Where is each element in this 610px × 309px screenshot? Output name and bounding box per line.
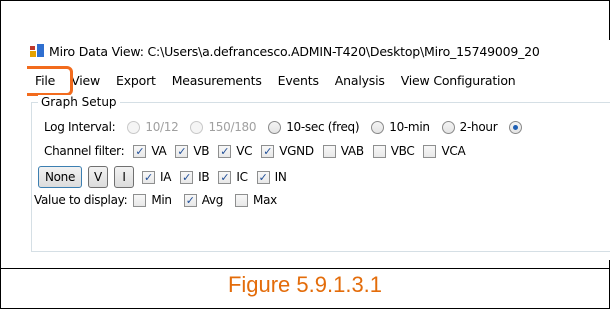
checkbox-min[interactable]: Min — [133, 193, 172, 207]
menu-bar: File View Export Measurements Events Ana… — [27, 65, 610, 96]
checkbox-vc-label: VC — [236, 144, 253, 158]
log-interval-label: Log Interval: — [44, 120, 116, 134]
file-highlight-box — [27, 65, 73, 96]
checkbox-vgnd-label: VGND — [279, 144, 314, 158]
value-to-display-row: Value to display: Min Avg Max — [34, 193, 286, 207]
window-title: Miro Data View: C:\Users\a.defrancesco.A… — [49, 43, 540, 59]
menu-view-configuration[interactable]: View Configuration — [393, 73, 524, 88]
checkbox-max-label: Max — [253, 193, 277, 207]
menu-analysis[interactable]: Analysis — [327, 73, 393, 88]
checkbox-va-box[interactable] — [133, 144, 147, 158]
radio-10-min[interactable]: 10-min — [371, 120, 430, 134]
checkbox-vbc-label: VBC — [390, 144, 415, 158]
radio-10-12-label: 10/12 — [145, 120, 179, 134]
radio-10-sec[interactable]: 10-sec (freq) — [268, 120, 360, 134]
checkbox-vb-label: VB — [193, 144, 210, 158]
checkbox-vgnd[interactable]: VGND — [261, 144, 314, 158]
checkbox-ia-box[interactable] — [142, 170, 155, 184]
checkbox-vc-box[interactable] — [218, 144, 232, 158]
none-button[interactable]: None — [38, 166, 82, 188]
checkbox-in[interactable]: IN — [256, 170, 287, 184]
checkbox-vca-box[interactable] — [423, 144, 437, 158]
checkbox-avg[interactable]: Avg — [183, 193, 224, 207]
checkbox-vgnd-box[interactable] — [261, 144, 275, 158]
radio-10-12-button[interactable] — [127, 120, 141, 134]
radio-selected[interactable] — [509, 120, 527, 134]
checkbox-ic-label: IC — [236, 170, 248, 184]
menu-events[interactable]: Events — [270, 73, 327, 88]
checkbox-vb-box[interactable] — [175, 144, 189, 158]
app-logo-icon — [30, 44, 44, 58]
graph-setup-group: Graph Setup Log Interval: 10/12 150/180 … — [31, 95, 610, 252]
checkbox-va-label: VA — [151, 144, 167, 158]
radio-10-sec-button[interactable] — [268, 120, 282, 134]
checkbox-avg-label: Avg — [201, 193, 224, 207]
checkbox-ia[interactable]: IA — [142, 170, 171, 184]
radio-2-hour-button[interactable] — [441, 120, 455, 134]
checkbox-vb[interactable]: VB — [175, 144, 210, 158]
checkbox-vab-label: VAB — [340, 144, 364, 158]
checkbox-avg-box[interactable] — [183, 193, 197, 207]
checkbox-va[interactable]: VA — [133, 144, 167, 158]
radio-2-hour[interactable]: 2-hour — [441, 120, 498, 134]
checkbox-vca[interactable]: VCA — [423, 144, 466, 158]
menu-measurements[interactable]: Measurements — [164, 73, 270, 88]
checkbox-min-label: Min — [151, 193, 172, 207]
menu-export[interactable]: Export — [108, 73, 164, 88]
checkbox-vc[interactable]: VC — [218, 144, 253, 158]
title-bar: Miro Data View: C:\Users\a.defrancesco.A… — [27, 40, 610, 62]
checkbox-vca-label: VCA — [441, 144, 466, 158]
checkbox-in-box[interactable] — [256, 170, 270, 184]
checkbox-vab-box[interactable] — [322, 144, 336, 158]
checkbox-ic[interactable]: IC — [218, 170, 248, 184]
graph-setup-title: Graph Setup — [38, 95, 120, 109]
checkbox-ib-label: IB — [198, 170, 210, 184]
checkbox-max-box[interactable] — [235, 193, 249, 207]
radio-150-180-label: 150/180 — [208, 120, 257, 134]
radio-150-180[interactable]: 150/180 — [190, 120, 257, 134]
checkbox-vab[interactable]: VAB — [322, 144, 364, 158]
checkbox-ic-box[interactable] — [218, 170, 232, 184]
checkbox-vbc[interactable]: VBC — [372, 144, 415, 158]
checkbox-max[interactable]: Max — [235, 193, 277, 207]
radio-150-180-button[interactable] — [190, 120, 204, 134]
app-window: Miro Data View: C:\Users\a.defrancesco.A… — [27, 40, 610, 260]
radio-10-min-label: 10-min — [389, 120, 430, 134]
channel-filter-label: Channel filter: — [44, 144, 125, 158]
radio-10-sec-label: 10-sec (freq) — [286, 120, 360, 134]
checkbox-in-label: IN — [274, 170, 287, 184]
channel-filter-row-1: Channel filter: VA VB VC VGND VAB — [38, 144, 474, 158]
figure-caption: Figure 5.9.1.3.1 — [227, 272, 383, 297]
checkbox-min-box[interactable] — [133, 193, 147, 207]
log-interval-row: Log Interval: 10/12 150/180 10-sec (freq… — [38, 120, 539, 134]
checkbox-ib[interactable]: IB — [180, 170, 210, 184]
value-to-display-label: Value to display: — [34, 193, 128, 207]
v-button[interactable]: V — [88, 166, 108, 188]
checkbox-vbc-box[interactable] — [372, 144, 386, 158]
radio-2-hour-label: 2-hour — [459, 120, 498, 134]
i-button[interactable]: I — [114, 166, 134, 188]
radio-selected-button[interactable] — [509, 120, 523, 134]
caption-divider — [0, 268, 610, 269]
channel-filter-row-2: None V I IA IB IC IN — [38, 166, 296, 188]
checkbox-ia-label: IA — [160, 170, 172, 184]
radio-10-12[interactable]: 10/12 — [127, 120, 179, 134]
checkbox-ib-box[interactable] — [180, 170, 194, 184]
menu-file[interactable]: File — [27, 65, 73, 96]
radio-10-min-button[interactable] — [371, 120, 385, 134]
